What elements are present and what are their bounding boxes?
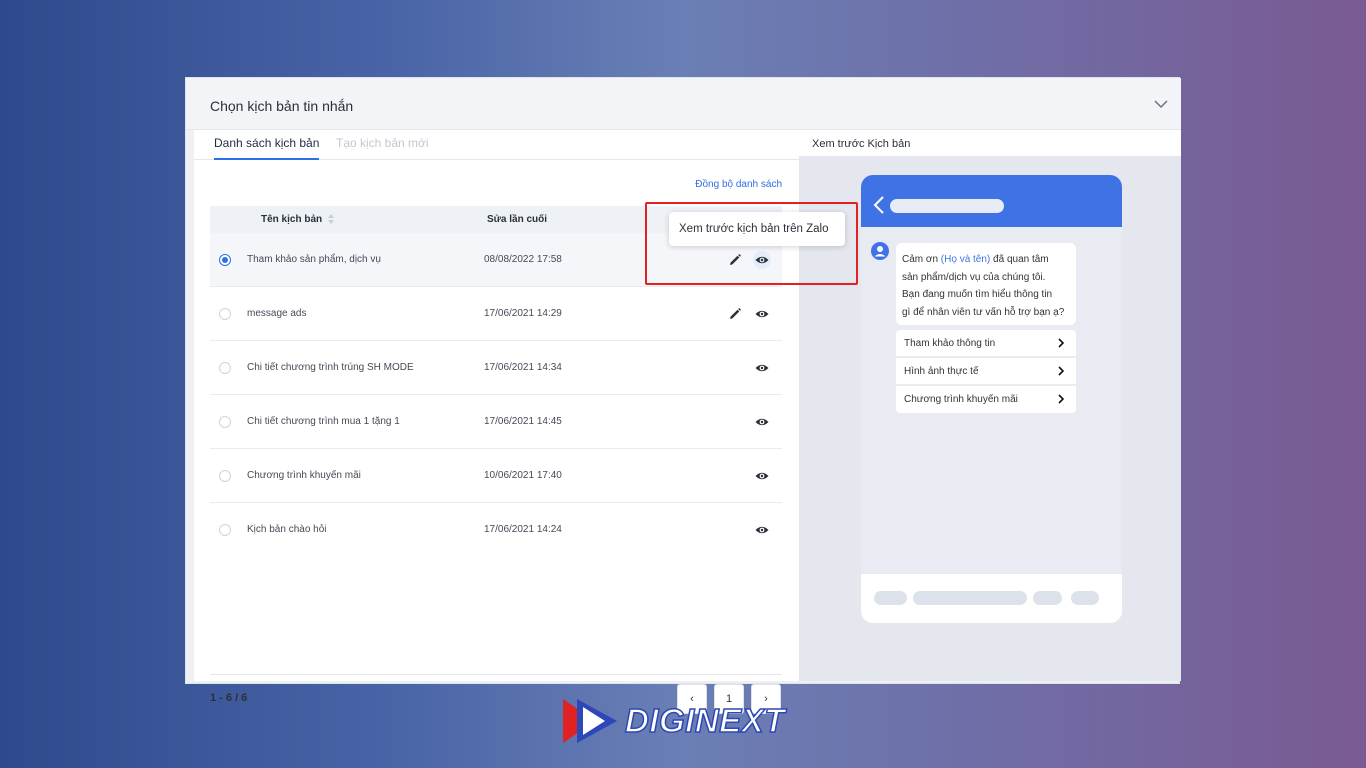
- table-row[interactable]: message ads 17/06/2021 14:29: [210, 287, 782, 341]
- row-radio[interactable]: [219, 254, 231, 266]
- preview-title: Xem trước Kịch bản: [812, 138, 911, 150]
- row-radio[interactable]: [219, 308, 231, 320]
- eye-icon[interactable]: [753, 467, 771, 485]
- input-placeholder-pill: [1033, 591, 1062, 605]
- chevron-down-icon[interactable]: [1153, 98, 1169, 110]
- message-bubble: Cảm ơn (Họ và tên) đã quan tâm sản phẩm/…: [896, 243, 1076, 325]
- back-arrow-icon: [873, 196, 884, 214]
- footer-divider: [210, 674, 782, 675]
- message-line-2: sản phẩm/dịch vụ của chúng tôi.: [902, 271, 1046, 283]
- preview-title-bar: Xem trước Kịch bản: [799, 130, 1181, 156]
- quick-reply-option[interactable]: Chương trình khuyến mãi: [896, 386, 1076, 413]
- phone-mockup: Cảm ơn (Họ và tên) đã quan tâm sản phẩm/…: [861, 175, 1122, 623]
- eye-icon[interactable]: [753, 521, 771, 539]
- script-modified-date: 17/06/2021 14:29: [484, 308, 562, 319]
- eye-icon[interactable]: [753, 359, 771, 377]
- tab-script-list[interactable]: Danh sách kịch bản: [214, 136, 320, 160]
- row-radio[interactable]: [219, 416, 231, 428]
- pencil-icon[interactable]: [726, 305, 744, 323]
- panel-header[interactable]: Chọn kịch bản tin nhắn: [186, 78, 1181, 130]
- tab-bar: Danh sách kịch bản Tạo kịch bản mới: [194, 130, 799, 160]
- script-name: Chi tiết chương trình mua 1 tặng 1: [247, 416, 400, 427]
- table-row[interactable]: Chi tiết chương trình trúng SH MODE 17/0…: [210, 341, 782, 395]
- message-line-4: gì để nhân viên tư vấn hỗ trợ bạn ạ?: [902, 306, 1065, 318]
- script-modified-date: 10/06/2021 17:40: [484, 470, 562, 481]
- table-row[interactable]: Chương trình khuyến mãi 10/06/2021 17:40: [210, 449, 782, 503]
- name-placeholder: (Họ và tên): [940, 254, 991, 265]
- script-name: Kịch bản chào hỏi: [247, 524, 327, 535]
- script-modified-date: 17/06/2021 14:24: [484, 524, 562, 535]
- phone-header: [861, 175, 1122, 227]
- input-placeholder-pill: [874, 591, 907, 605]
- avatar-icon: [871, 242, 889, 260]
- input-placeholder-pill: [913, 591, 1027, 605]
- tab-create-script[interactable]: Tạo kịch bản mới: [336, 136, 429, 160]
- input-placeholder-pill: [1071, 591, 1099, 605]
- option-label: Chương trình khuyến mãi: [904, 394, 1018, 405]
- panel-title: Chọn kịch bản tin nhắn: [210, 98, 354, 114]
- chevron-right-icon: [1058, 338, 1064, 348]
- message-text-start: Cảm ơn: [902, 254, 941, 265]
- quick-reply-option[interactable]: Tham khảo thông tin: [896, 330, 1076, 357]
- pagination-range: 1 - 6 / 6: [210, 692, 248, 704]
- chevron-right-icon: [1058, 394, 1064, 404]
- message-text-rest: đã quan tâm: [990, 254, 1049, 265]
- message-line-3: Bạn đang muốn tìm hiểu thông tin: [902, 289, 1053, 300]
- column-header-name: Tên kịch bản: [261, 214, 323, 225]
- annotation-highlight-box: [645, 202, 858, 285]
- chevron-right-icon: [1058, 366, 1064, 376]
- message-script-panel: Chọn kịch bản tin nhắn Danh sách kịch bả…: [185, 77, 1181, 714]
- quick-reply-option[interactable]: Hình ảnh thực tế: [896, 358, 1076, 385]
- eye-icon[interactable]: [753, 413, 771, 431]
- script-modified-date: 08/08/2022 17:58: [484, 254, 562, 265]
- script-name: Chương trình khuyến mãi: [247, 470, 361, 481]
- play-logo-icon: [563, 699, 617, 743]
- sync-list-link[interactable]: Đồng bộ danh sách: [695, 179, 782, 190]
- script-name: message ads: [247, 308, 307, 319]
- script-name: Chi tiết chương trình trúng SH MODE: [247, 362, 414, 373]
- sort-icon[interactable]: [327, 213, 335, 225]
- script-modified-date: 17/06/2021 14:34: [484, 362, 562, 373]
- script-name: Tham khảo sản phẩm, dịch vụ: [247, 254, 381, 265]
- eye-icon[interactable]: [753, 305, 771, 323]
- title-placeholder: [890, 199, 1004, 213]
- column-header-modified: Sửa lần cuối: [487, 214, 548, 225]
- table-row[interactable]: Chi tiết chương trình mua 1 tặng 1 17/06…: [210, 395, 782, 449]
- brand-name: DIGINEXT: [624, 701, 785, 740]
- option-label: Tham khảo thông tin: [904, 338, 996, 349]
- option-label: Hình ảnh thực tế: [904, 366, 979, 377]
- row-radio[interactable]: [219, 470, 231, 482]
- brand-logo: DIGINEXT: [561, 696, 807, 744]
- row-radio[interactable]: [219, 524, 231, 536]
- phone-input-bar: [861, 574, 1122, 623]
- row-radio[interactable]: [219, 362, 231, 374]
- script-modified-date: 17/06/2021 14:45: [484, 416, 562, 427]
- table-row[interactable]: Kịch bản chào hỏi 17/06/2021 14:24: [210, 503, 782, 557]
